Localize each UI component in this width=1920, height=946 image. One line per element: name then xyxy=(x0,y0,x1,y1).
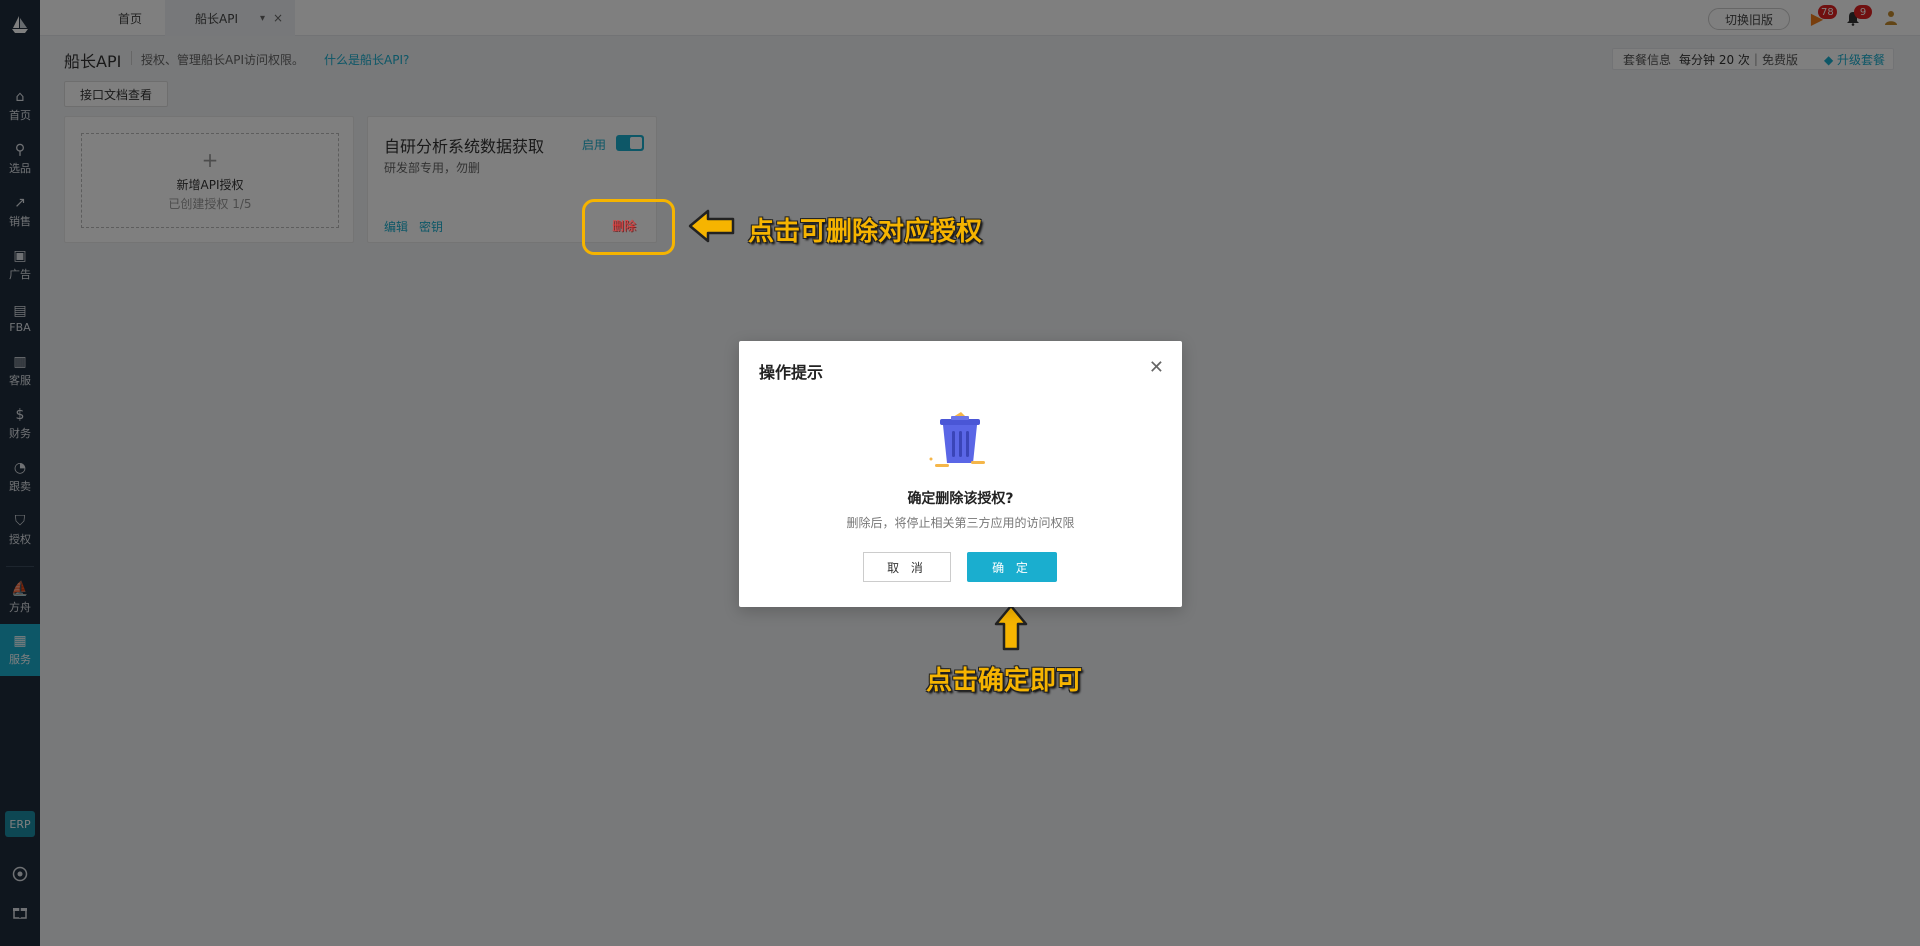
delete-link-highlighted[interactable]: 删除 xyxy=(612,217,636,234)
trash-icon xyxy=(929,412,985,467)
cancel-button[interactable]: 取 消 xyxy=(863,552,951,582)
close-icon[interactable]: ✕ xyxy=(1149,359,1164,377)
dialog-note: 删除后，将停止相关第三方应用的访问权限 xyxy=(846,516,1075,530)
dialog-question: 确定删除该授权? xyxy=(907,491,1014,507)
delete-hint-annotation: 点击可删除对应授权 xyxy=(748,217,983,247)
confirm-hint-annotation: 点击确定即可 xyxy=(926,666,1083,696)
confirm-button[interactable]: 确 定 xyxy=(967,552,1057,582)
dialog-title: 操作提示 xyxy=(759,363,824,382)
arrow-left-icon xyxy=(688,209,735,243)
arrow-up-icon xyxy=(994,604,1028,651)
confirm-dialog: 操作提示 ✕ 确定删除该授权? 删除后，将停止相关第三方应用的访问权限 取 消 … xyxy=(739,341,1182,607)
